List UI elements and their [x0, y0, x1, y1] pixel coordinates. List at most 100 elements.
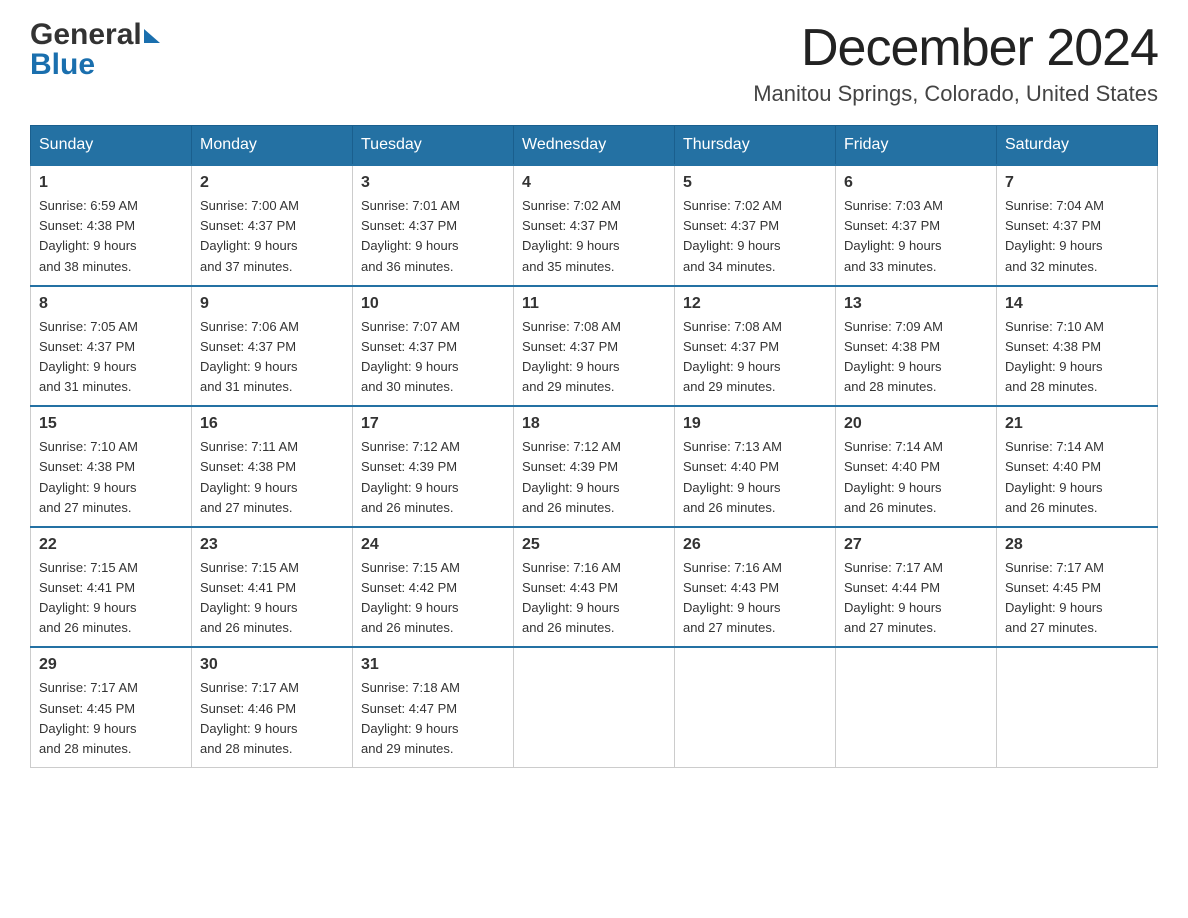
day-info: Sunrise: 7:10 AMSunset: 4:38 PMDaylight:… — [39, 437, 183, 518]
calendar-cell: 1 Sunrise: 6:59 AMSunset: 4:38 PMDayligh… — [31, 165, 192, 286]
day-number: 3 — [361, 174, 505, 192]
day-number: 19 — [683, 415, 827, 433]
page-header: General Blue December 2024 Manitou Sprin… — [30, 20, 1158, 107]
calendar-cell: 26 Sunrise: 7:16 AMSunset: 4:43 PMDaylig… — [675, 527, 836, 648]
calendar-cell — [675, 647, 836, 767]
day-number: 18 — [522, 415, 666, 433]
day-info: Sunrise: 7:15 AMSunset: 4:41 PMDaylight:… — [200, 558, 344, 639]
title-section: December 2024 Manitou Springs, Colorado,… — [753, 20, 1158, 107]
day-number: 25 — [522, 536, 666, 554]
logo: General Blue — [30, 20, 160, 80]
logo-blue-text: Blue — [30, 50, 95, 80]
calendar-week-row: 29 Sunrise: 7:17 AMSunset: 4:45 PMDaylig… — [31, 647, 1158, 767]
day-number: 12 — [683, 295, 827, 313]
day-info: Sunrise: 7:14 AMSunset: 4:40 PMDaylight:… — [1005, 437, 1149, 518]
day-number: 11 — [522, 295, 666, 313]
day-number: 21 — [1005, 415, 1149, 433]
calendar-cell: 4 Sunrise: 7:02 AMSunset: 4:37 PMDayligh… — [514, 165, 675, 286]
day-number: 1 — [39, 174, 183, 192]
day-info: Sunrise: 7:05 AMSunset: 4:37 PMDaylight:… — [39, 317, 183, 398]
calendar-cell: 19 Sunrise: 7:13 AMSunset: 4:40 PMDaylig… — [675, 406, 836, 527]
day-number: 4 — [522, 174, 666, 192]
calendar-cell: 7 Sunrise: 7:04 AMSunset: 4:37 PMDayligh… — [997, 165, 1158, 286]
calendar-cell: 3 Sunrise: 7:01 AMSunset: 4:37 PMDayligh… — [353, 165, 514, 286]
day-number: 22 — [39, 536, 183, 554]
calendar-cell: 22 Sunrise: 7:15 AMSunset: 4:41 PMDaylig… — [31, 527, 192, 648]
day-number: 20 — [844, 415, 988, 433]
calendar-cell — [997, 647, 1158, 767]
calendar-cell: 16 Sunrise: 7:11 AMSunset: 4:38 PMDaylig… — [192, 406, 353, 527]
day-number: 29 — [39, 656, 183, 674]
calendar-week-row: 8 Sunrise: 7:05 AMSunset: 4:37 PMDayligh… — [31, 286, 1158, 407]
weekday-header-sunday: Sunday — [31, 126, 192, 166]
day-info: Sunrise: 7:01 AMSunset: 4:37 PMDaylight:… — [361, 196, 505, 277]
day-info: Sunrise: 7:02 AMSunset: 4:37 PMDaylight:… — [683, 196, 827, 277]
day-info: Sunrise: 7:04 AMSunset: 4:37 PMDaylight:… — [1005, 196, 1149, 277]
weekday-header-friday: Friday — [836, 126, 997, 166]
calendar-cell: 8 Sunrise: 7:05 AMSunset: 4:37 PMDayligh… — [31, 286, 192, 407]
calendar-cell: 11 Sunrise: 7:08 AMSunset: 4:37 PMDaylig… — [514, 286, 675, 407]
day-number: 24 — [361, 536, 505, 554]
day-info: Sunrise: 7:02 AMSunset: 4:37 PMDaylight:… — [522, 196, 666, 277]
day-info: Sunrise: 7:07 AMSunset: 4:37 PMDaylight:… — [361, 317, 505, 398]
day-info: Sunrise: 7:10 AMSunset: 4:38 PMDaylight:… — [1005, 317, 1149, 398]
calendar-cell: 10 Sunrise: 7:07 AMSunset: 4:37 PMDaylig… — [353, 286, 514, 407]
day-info: Sunrise: 7:14 AMSunset: 4:40 PMDaylight:… — [844, 437, 988, 518]
weekday-header-tuesday: Tuesday — [353, 126, 514, 166]
day-info: Sunrise: 7:13 AMSunset: 4:40 PMDaylight:… — [683, 437, 827, 518]
calendar-cell — [836, 647, 997, 767]
day-info: Sunrise: 7:09 AMSunset: 4:38 PMDaylight:… — [844, 317, 988, 398]
day-info: Sunrise: 7:03 AMSunset: 4:37 PMDaylight:… — [844, 196, 988, 277]
calendar-cell: 6 Sunrise: 7:03 AMSunset: 4:37 PMDayligh… — [836, 165, 997, 286]
day-number: 10 — [361, 295, 505, 313]
weekday-header-saturday: Saturday — [997, 126, 1158, 166]
calendar-cell: 9 Sunrise: 7:06 AMSunset: 4:37 PMDayligh… — [192, 286, 353, 407]
day-number: 14 — [1005, 295, 1149, 313]
calendar-cell: 2 Sunrise: 7:00 AMSunset: 4:37 PMDayligh… — [192, 165, 353, 286]
day-number: 9 — [200, 295, 344, 313]
calendar-week-row: 22 Sunrise: 7:15 AMSunset: 4:41 PMDaylig… — [31, 527, 1158, 648]
calendar-cell: 29 Sunrise: 7:17 AMSunset: 4:45 PMDaylig… — [31, 647, 192, 767]
day-info: Sunrise: 7:15 AMSunset: 4:42 PMDaylight:… — [361, 558, 505, 639]
day-number: 16 — [200, 415, 344, 433]
calendar-cell: 12 Sunrise: 7:08 AMSunset: 4:37 PMDaylig… — [675, 286, 836, 407]
calendar-table: SundayMondayTuesdayWednesdayThursdayFrid… — [30, 125, 1158, 768]
day-number: 6 — [844, 174, 988, 192]
calendar-cell: 18 Sunrise: 7:12 AMSunset: 4:39 PMDaylig… — [514, 406, 675, 527]
calendar-cell: 23 Sunrise: 7:15 AMSunset: 4:41 PMDaylig… — [192, 527, 353, 648]
day-info: Sunrise: 7:15 AMSunset: 4:41 PMDaylight:… — [39, 558, 183, 639]
day-number: 8 — [39, 295, 183, 313]
calendar-cell: 5 Sunrise: 7:02 AMSunset: 4:37 PMDayligh… — [675, 165, 836, 286]
weekday-header-monday: Monday — [192, 126, 353, 166]
calendar-cell: 15 Sunrise: 7:10 AMSunset: 4:38 PMDaylig… — [31, 406, 192, 527]
calendar-cell: 31 Sunrise: 7:18 AMSunset: 4:47 PMDaylig… — [353, 647, 514, 767]
calendar-cell: 17 Sunrise: 7:12 AMSunset: 4:39 PMDaylig… — [353, 406, 514, 527]
day-info: Sunrise: 7:16 AMSunset: 4:43 PMDaylight:… — [522, 558, 666, 639]
calendar-cell: 20 Sunrise: 7:14 AMSunset: 4:40 PMDaylig… — [836, 406, 997, 527]
month-title: December 2024 — [753, 20, 1158, 77]
calendar-cell: 21 Sunrise: 7:14 AMSunset: 4:40 PMDaylig… — [997, 406, 1158, 527]
calendar-week-row: 15 Sunrise: 7:10 AMSunset: 4:38 PMDaylig… — [31, 406, 1158, 527]
weekday-header-row: SundayMondayTuesdayWednesdayThursdayFrid… — [31, 126, 1158, 166]
logo-arrow-icon — [144, 29, 160, 43]
day-info: Sunrise: 7:11 AMSunset: 4:38 PMDaylight:… — [200, 437, 344, 518]
calendar-cell: 28 Sunrise: 7:17 AMSunset: 4:45 PMDaylig… — [997, 527, 1158, 648]
day-number: 2 — [200, 174, 344, 192]
day-info: Sunrise: 7:00 AMSunset: 4:37 PMDaylight:… — [200, 196, 344, 277]
day-number: 15 — [39, 415, 183, 433]
day-info: Sunrise: 7:16 AMSunset: 4:43 PMDaylight:… — [683, 558, 827, 639]
day-number: 28 — [1005, 536, 1149, 554]
calendar-cell: 27 Sunrise: 7:17 AMSunset: 4:44 PMDaylig… — [836, 527, 997, 648]
day-number: 26 — [683, 536, 827, 554]
day-info: Sunrise: 7:06 AMSunset: 4:37 PMDaylight:… — [200, 317, 344, 398]
day-info: Sunrise: 7:17 AMSunset: 4:46 PMDaylight:… — [200, 678, 344, 759]
day-number: 23 — [200, 536, 344, 554]
calendar-cell: 25 Sunrise: 7:16 AMSunset: 4:43 PMDaylig… — [514, 527, 675, 648]
day-number: 30 — [200, 656, 344, 674]
day-info: Sunrise: 7:08 AMSunset: 4:37 PMDaylight:… — [522, 317, 666, 398]
day-info: Sunrise: 7:12 AMSunset: 4:39 PMDaylight:… — [522, 437, 666, 518]
day-number: 13 — [844, 295, 988, 313]
day-number: 27 — [844, 536, 988, 554]
weekday-header-wednesday: Wednesday — [514, 126, 675, 166]
day-info: Sunrise: 7:17 AMSunset: 4:45 PMDaylight:… — [39, 678, 183, 759]
